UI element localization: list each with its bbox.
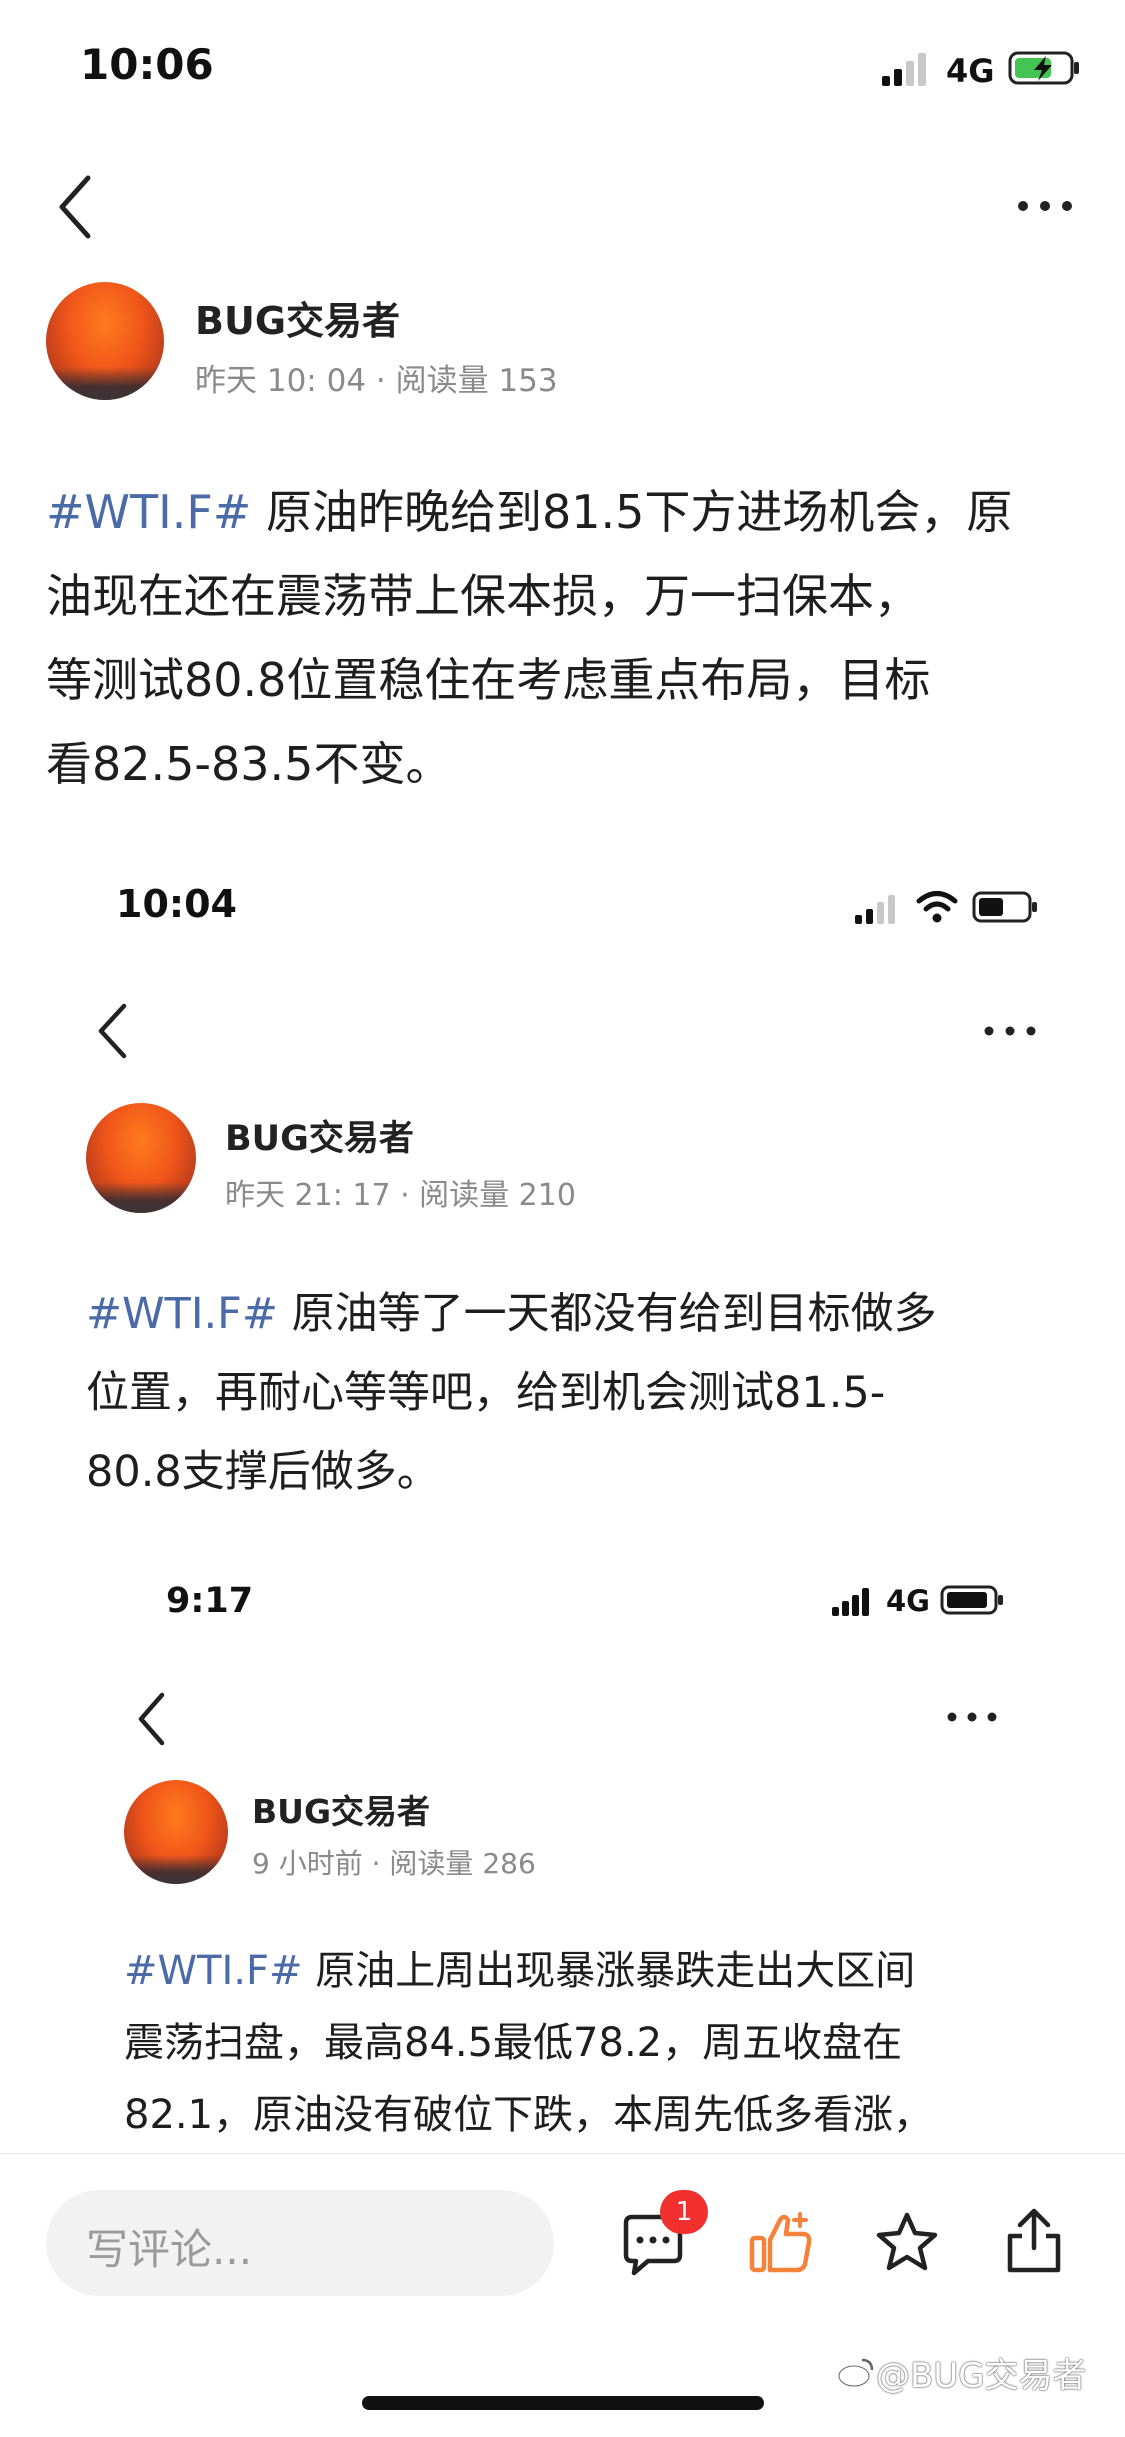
weibo-logo-icon: [836, 2354, 876, 2390]
post-body: #WTI.F# 原油上周出现暴涨暴跌走出大区间 震荡扫盘，最高84.5最低78.…: [124, 1935, 1084, 2151]
post-line: 油现在还在震荡带上保本损，万一扫保本，: [46, 569, 920, 623]
post-line: 原油等了一天都没有给到目标做多: [277, 1289, 937, 1339]
post-body: #WTI.F# 原油等了一天都没有给到目标做多 位置，再耐心等等吧，给到机会测试…: [86, 1275, 1086, 1512]
battery-charging-icon: [1008, 50, 1082, 86]
signal-icon: [830, 1586, 876, 1616]
like-button[interactable]: [748, 2210, 818, 2276]
comment-count-badge: 1: [660, 2190, 708, 2234]
home-indicator[interactable]: [362, 2396, 764, 2410]
more-options-button[interactable]: [982, 1023, 1038, 1037]
avatar[interactable]: [124, 1780, 228, 1884]
more-options-button[interactable]: [945, 1709, 999, 1723]
network-label: 4G: [886, 1584, 930, 1618]
more-options-button[interactable]: [1015, 198, 1075, 214]
post-line: 震荡扫盘，最高84.5最低78.2，周五收盘在: [124, 2020, 903, 2066]
post-line: 82.1，原油没有破位下跌，本周先低多看涨，: [124, 2092, 934, 2138]
hashtag-link[interactable]: #WTI.F#: [46, 485, 251, 539]
network-label: 4G: [946, 52, 995, 90]
back-button[interactable]: [132, 1690, 174, 1748]
post-line: 等测试80.8位置稳住在考虑重点布局，目标: [46, 653, 931, 707]
battery-icon: [972, 890, 1040, 924]
author-name[interactable]: BUG交易者: [225, 1110, 414, 1161]
signal-icon: [880, 50, 932, 86]
signal-icon: [853, 892, 901, 924]
comment-placeholder: 写评论...: [86, 2225, 253, 2274]
back-button[interactable]: [52, 172, 102, 242]
share-icon: [1007, 2208, 1061, 2273]
author-name[interactable]: BUG交易者: [195, 290, 400, 345]
back-button[interactable]: [92, 1000, 136, 1062]
post-line: 原油昨晚给到81.5下方进场机会，原: [251, 485, 1013, 539]
thumbs-up-icon: [749, 2212, 812, 2273]
author-name[interactable]: BUG交易者: [252, 1785, 430, 1833]
battery-icon: [940, 1584, 1006, 1616]
share-button[interactable]: [1002, 2206, 1066, 2276]
hashtag-link[interactable]: #WTI.F#: [124, 1948, 303, 1994]
avatar[interactable]: [46, 282, 164, 400]
post-meta: 昨天 10: 04 · 阅读量 153: [195, 363, 558, 399]
post-body: #WTI.F# 原油昨晚给到81.5下方进场机会，原 油现在还在震荡带上保本损，…: [46, 470, 1086, 806]
watermark: @BUG交易者: [876, 2356, 1087, 2396]
star-icon: [876, 2212, 938, 2271]
post-line: 看82.5-83.5不变。: [46, 737, 452, 791]
post-line: 80.8支撑后做多。: [86, 1447, 440, 1497]
wifi-icon: [915, 888, 959, 924]
post-line: 位置，再耐心等等吧，给到机会测试81.5-: [86, 1368, 886, 1418]
status-time: 10:06: [80, 40, 214, 89]
avatar[interactable]: [86, 1103, 196, 1213]
post-meta: 9 小时前 · 阅读量 286: [252, 1847, 536, 1880]
status-time: 10:04: [116, 882, 237, 926]
post-line: 原油上周出现暴涨暴跌走出大区间: [302, 1948, 916, 1994]
comment-input[interactable]: 写评论...: [46, 2190, 554, 2296]
status-time: 9:17: [166, 1581, 254, 1621]
post-meta: 昨天 21: 17 · 阅读量 210: [225, 1178, 576, 1213]
hashtag-link[interactable]: #WTI.F#: [86, 1289, 278, 1339]
favorite-button[interactable]: [874, 2210, 940, 2274]
